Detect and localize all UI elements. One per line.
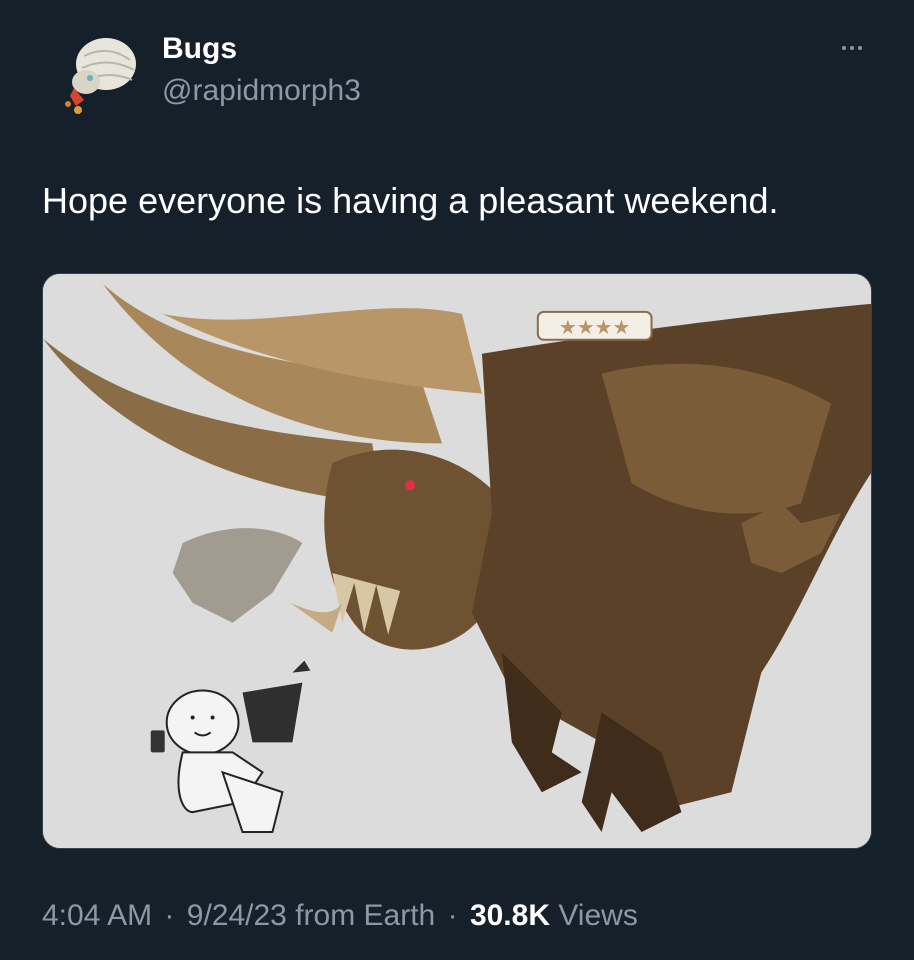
tweet-date[interactable]: 9/24/23 bbox=[187, 899, 287, 932]
more-dot bbox=[858, 46, 862, 50]
views-count[interactable]: 30.8K bbox=[470, 899, 550, 932]
more-options-icon[interactable] bbox=[832, 38, 872, 58]
more-dot bbox=[842, 46, 846, 50]
tweet-text: Hope everyone is having a pleasant weeke… bbox=[42, 180, 779, 221]
tweet-meta: 4:04 AM · 9/24/23 from Earth · 30.8K Vie… bbox=[42, 898, 872, 934]
tweet-header: Bugs @rapidmorph3 bbox=[42, 20, 872, 130]
meta-separator: · bbox=[447, 899, 458, 932]
views-label: Views bbox=[558, 899, 638, 932]
avatar[interactable] bbox=[48, 26, 144, 122]
tweet-source: from Earth bbox=[295, 899, 436, 932]
tweet-image[interactable]: ★★★★ bbox=[42, 273, 872, 849]
author-name[interactable]: Bugs bbox=[162, 32, 237, 65]
tweet-time[interactable]: 4:04 AM bbox=[42, 899, 152, 932]
image-stars: ★★★★ bbox=[559, 315, 631, 339]
author-handle[interactable]: @rapidmorph3 bbox=[162, 74, 361, 107]
meta-separator: · bbox=[164, 899, 175, 932]
more-dot bbox=[850, 46, 854, 50]
